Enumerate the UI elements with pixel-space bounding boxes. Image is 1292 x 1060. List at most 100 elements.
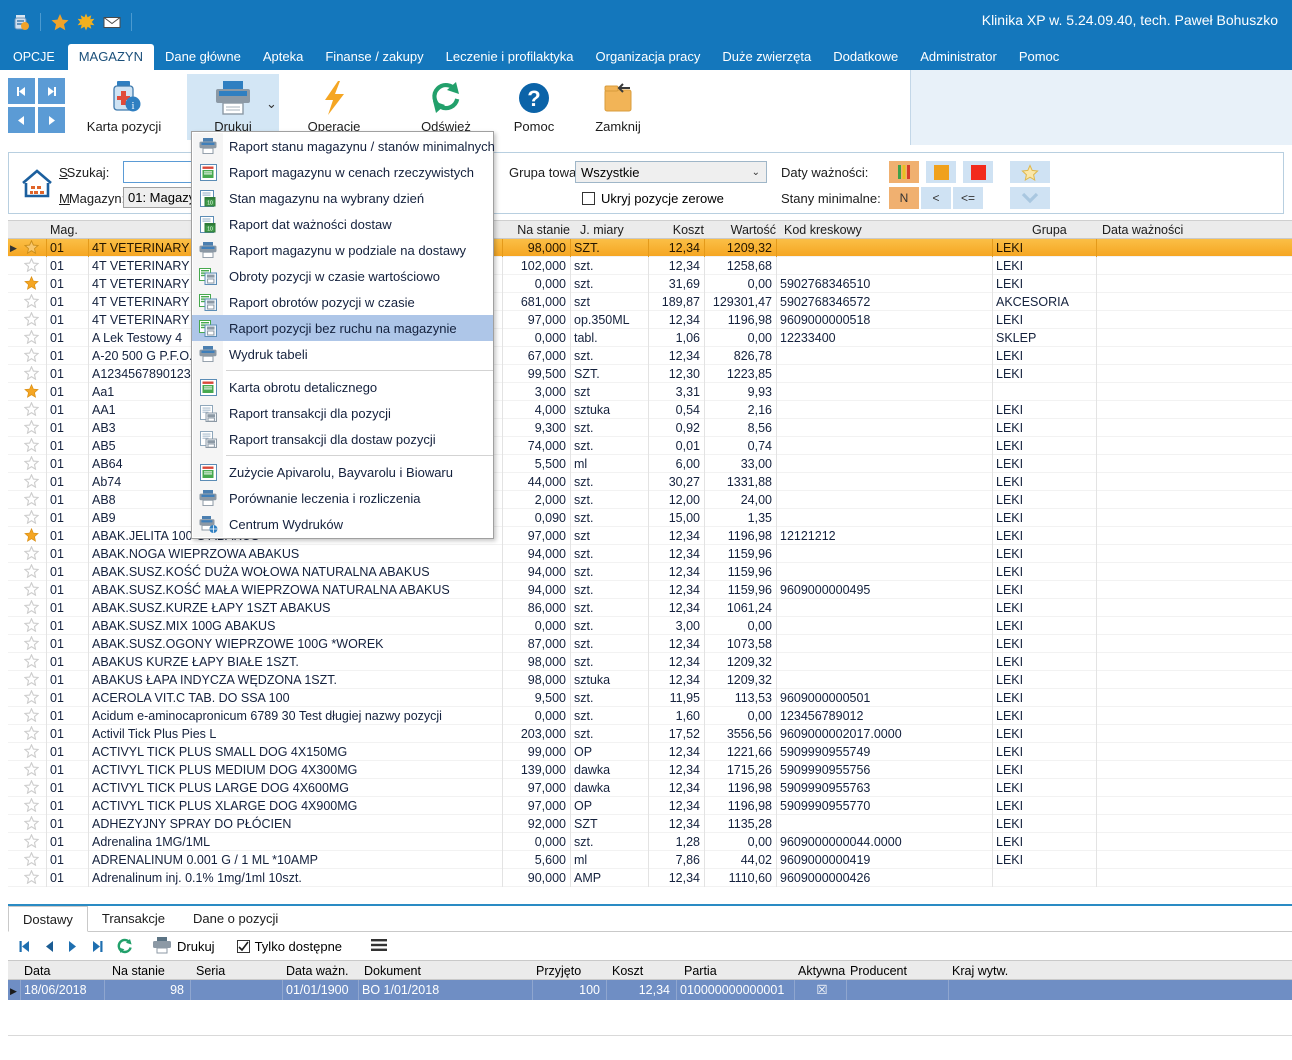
tab-dane-o-pozycji[interactable]: Dane o pozycji	[179, 906, 292, 932]
tab-transakcje[interactable]: Transakcje	[88, 906, 179, 932]
daty-orange-button[interactable]	[926, 161, 956, 183]
favorites-filter-button[interactable]	[1010, 161, 1050, 183]
stany-lte-button[interactable]: <=	[953, 187, 983, 209]
menu-item-dodatkowe[interactable]: Dodatkowe	[822, 44, 909, 70]
table-row[interactable]: 01 ABAK.SUSZ.KOŚĆ MAŁA WIEPRZOWA NATURALN…	[8, 581, 1292, 599]
nav-last-button[interactable]	[38, 78, 65, 104]
stany-more-button[interactable]	[1010, 187, 1050, 209]
menu-item-administrator[interactable]: Administrator	[909, 44, 1008, 70]
menu-item-pomoc[interactable]: Pomoc	[1008, 44, 1070, 70]
print-menu-item-7[interactable]: Raport pozycji bez ruchu na magazynie	[192, 315, 493, 341]
sun-icon[interactable]	[73, 10, 99, 34]
dcol-aktywna[interactable]: Aktywna	[798, 963, 845, 979]
dcol-koszt[interactable]: Koszt	[612, 963, 643, 979]
dcol-seria[interactable]: Seria	[196, 963, 225, 979]
print-menu-item-9[interactable]: Karta obrotu detalicznego	[192, 374, 493, 400]
deliveries-grid[interactable]: Data Na stanie Seria Data ważn. Dokument…	[8, 960, 1292, 1000]
dcol-data[interactable]: Data	[24, 963, 50, 979]
print-dropdown-menu[interactable]: Raport stanu magazynu / stanów minimalny…	[191, 131, 495, 539]
dcol-przyjeto[interactable]: Przyjęto	[536, 963, 581, 979]
detail-menu-button[interactable]	[370, 938, 388, 955]
menu-item-duze-zwierzeta[interactable]: Duże zwierzęta	[711, 44, 822, 70]
print-menu-item-13[interactable]: Porównanie leczenia i rozliczenia	[192, 485, 493, 511]
chevron-down-icon[interactable]: ⌄	[266, 96, 277, 112]
menu-item-apteka[interactable]: Apteka	[252, 44, 314, 70]
karta-pozycji-button[interactable]: i Karta pozycji	[78, 74, 170, 140]
ukryj-pozycje-zerowe-checkbox[interactable]: Ukryj pozycje zerowe	[582, 191, 724, 206]
favorite-star-icon[interactable]	[22, 869, 40, 889]
table-row[interactable]: 01 ACEROLA VIT.C TAB. DO SSA 100 9,500 szt.…	[8, 689, 1292, 707]
table-row[interactable]: 01 ABAKUS ŁAPA INDYCZA WĘDZONA 1SZT. 98,00…	[8, 671, 1292, 689]
envelope-icon[interactable]	[99, 10, 125, 34]
nav-prev-button[interactable]	[8, 107, 35, 133]
menu-item-leczenie-i-profilaktyka[interactable]: Leczenie i profilaktyka	[435, 44, 585, 70]
col-header-j-miary[interactable]: J. miary	[580, 222, 624, 238]
detail-nav-last-button[interactable]	[86, 934, 108, 958]
table-row[interactable]: 01 ABAK.SUSZ.OGONY WIEPRZOWE 100G *WOREK 8…	[8, 635, 1292, 653]
print-menu-item-8[interactable]: Wydruk tabeli	[192, 341, 493, 367]
print-menu-item-0[interactable]: Raport stanu magazynu / stanów minimalny…	[192, 133, 495, 159]
stany-lt-button[interactable]: <	[921, 187, 951, 209]
col-header-data-waznosci[interactable]: Data ważności	[1102, 222, 1183, 238]
table-row[interactable]: 01 ABAKUS KURZE ŁAPY BIAŁE 1SZT. 98,000 szt…	[8, 653, 1292, 671]
daty-red-button[interactable]	[963, 161, 993, 183]
print-menu-item-11[interactable]: Raport transakcji dla dostaw pozycji	[192, 426, 493, 452]
table-row[interactable]: 01 ABAK.SUSZ.KURZE ŁAPY 1SZT ABAKUS 86,000…	[8, 599, 1292, 617]
print-menu-item-12[interactable]: Zużycie Apivarolu, Bayvarolu i Biowaru	[192, 459, 493, 485]
table-row[interactable]: 01 ABAK.NOGA WIEPRZOWA ABAKUS 94,000 szt. 12…	[8, 545, 1292, 563]
pomoc-button[interactable]: ? Pomoc	[488, 74, 580, 140]
detail-nav-prev-button[interactable]	[38, 934, 60, 958]
deliveries-rows[interactable]: ▶ 18/06/2018 98 01/01/1900 BO 1/01/2018 100 12…	[8, 980, 1292, 1000]
print-menu-item-2[interactable]: 10 Stan magazynu na wybrany dzień	[192, 185, 493, 211]
daty-bars-button[interactable]	[889, 161, 919, 183]
col-header-na-stanie[interactable]: Na stanie	[506, 222, 570, 238]
col-header-grupa[interactable]: Grupa	[1032, 222, 1067, 238]
dcol-na-stanie[interactable]: Na stanie	[112, 963, 165, 979]
stany-n-button[interactable]: N	[889, 187, 919, 209]
print-menu-item-4[interactable]: Raport magazynu w podziale na dostawy	[192, 237, 493, 263]
table-row[interactable]: 01 Acidum e-aminocapronicum 6789 30 Test …	[8, 707, 1292, 725]
detail-refresh-button[interactable]	[114, 934, 136, 958]
menu-item-finanse-zakupy[interactable]: Finanse / zakupy	[314, 44, 434, 70]
delivery-row[interactable]: ▶ 18/06/2018 98 01/01/1900 BO 1/01/2018 100 12…	[8, 980, 1292, 1000]
tab-dostawy[interactable]: Dostawy	[8, 906, 88, 932]
table-row[interactable]: 01 ACTIVYL TICK PLUS MEDIUM DOG 4X300MG 13…	[8, 761, 1292, 779]
dcol-partia[interactable]: Partia	[684, 963, 717, 979]
tylko-dostepne-checkbox[interactable]: Tylko dostępne	[236, 939, 342, 954]
menu-item-magazyn[interactable]: MAGAZYN	[67, 44, 154, 70]
col-header-wartosc[interactable]: Wartość	[708, 222, 776, 238]
table-row[interactable]: 01 Adrenalina 1MG/1ML 0,000 szt. 1,28 0,00 960…	[8, 833, 1292, 851]
dcol-dokument[interactable]: Dokument	[364, 963, 421, 979]
col-header-kod-kreskowy[interactable]: Kod kreskowy	[784, 222, 862, 238]
table-row[interactable]: 01 ADRENALINUM 0.001 G / 1 ML *10AMP 5,600…	[8, 851, 1292, 869]
table-row[interactable]: 01 Activil Tick Plus Pies L 203,000 szt. 17,…	[8, 725, 1292, 743]
col-header-mag[interactable]: Mag.	[50, 222, 78, 238]
table-row[interactable]: 01 ACTIVYL TICK PLUS SMALL DOG 4X150MG 99,…	[8, 743, 1292, 761]
pill-bottle-icon[interactable]	[8, 10, 34, 34]
print-menu-item-3[interactable]: 10 Raport dat ważności dostaw	[192, 211, 493, 237]
menu-item-organizacja-pracy[interactable]: Organizacja pracy	[585, 44, 712, 70]
print-menu-item-5[interactable]: Obroty pozycji w czasie wartościowo	[192, 263, 493, 289]
table-row[interactable]: 01 ADHEZYJNY SPRAY DO PŁÓCIEN 92,000 SZT 12,…	[8, 815, 1292, 833]
detail-nav-next-button[interactable]	[62, 934, 84, 958]
grupa-towarowa-select[interactable]: Wszystkie ⌄	[575, 161, 767, 183]
menu-item-opcje[interactable]: OPCJE	[0, 44, 68, 70]
dcol-producent[interactable]: Producent	[850, 963, 907, 979]
table-row[interactable]: 01 ABAK.SUSZ.MIX 100G ABAKUS 0,000 szt. 3,00…	[8, 617, 1292, 635]
print-menu-item-14[interactable]: Centrum Wydruków	[192, 511, 493, 537]
table-row[interactable]: 01 ACTIVYL TICK PLUS XLARGE DOG 4X900MG 97…	[8, 797, 1292, 815]
dcol-kraj[interactable]: Kraj wytw.	[952, 963, 1008, 979]
print-menu-item-6[interactable]: Raport obrotów pozycji w czasie	[192, 289, 493, 315]
detail-print-button[interactable]: Drukuj	[152, 936, 215, 957]
nav-first-button[interactable]	[8, 78, 35, 104]
menu-item-dane-glowne[interactable]: Dane główne	[154, 44, 252, 70]
print-menu-item-10[interactable]: Raport transakcji dla pozycji	[192, 400, 493, 426]
star-icon[interactable]	[47, 10, 73, 34]
print-menu-item-1[interactable]: Raport magazynu w cenach rzeczywistych	[192, 159, 493, 185]
table-row[interactable]: 01 Adrenalinum inj. 0.1% 1mg/1ml 10szt. 90…	[8, 869, 1292, 887]
zamknij-button[interactable]: Zamknij	[572, 74, 664, 140]
table-row[interactable]: 01 ACTIVYL TICK PLUS LARGE DOG 4X600MG 97,…	[8, 779, 1292, 797]
table-row[interactable]: 01 ABAK.SUSZ.KOŚĆ DUŻA WOŁOWA NATURALNA A…	[8, 563, 1292, 581]
col-header-koszt[interactable]: Koszt	[652, 222, 704, 238]
detail-nav-first-button[interactable]	[14, 934, 36, 958]
